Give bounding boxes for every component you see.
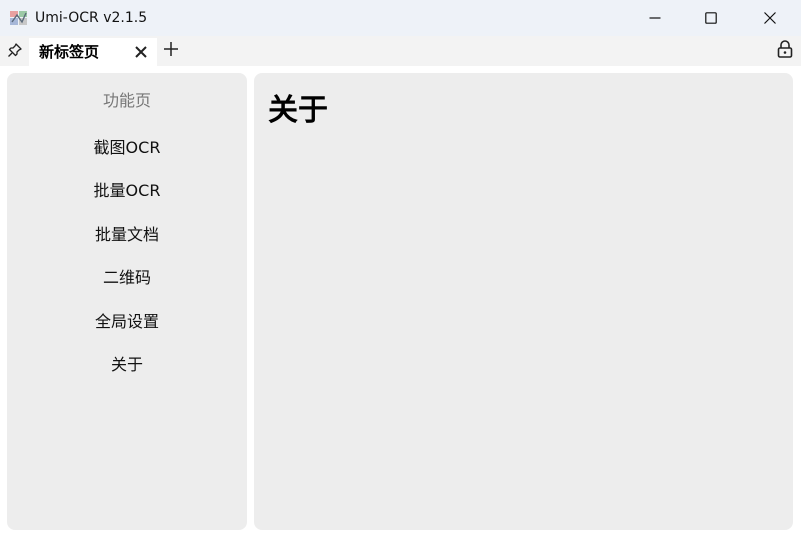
plus-icon [163,41,179,61]
sidebar-item-screenshot-ocr[interactable]: 截图OCR [7,133,247,163]
sidebar: 功能页 截图OCR 批量OCR 批量文档 二维码 全局设置 关于 [7,73,247,530]
sidebar-item-batch-doc[interactable]: 批量文档 [7,220,247,250]
lock-button[interactable] [774,40,796,62]
close-icon [135,43,147,62]
title-bar: Umi-OCR v2.1.5 [0,0,801,36]
sidebar-item-about[interactable]: 关于 [7,350,247,380]
minimize-icon [649,9,661,28]
window-title: Umi-OCR v2.1.5 [35,10,148,26]
pin-button[interactable] [4,41,26,63]
umi-ocr-logo-icon [9,9,29,27]
sidebar-item-global-settings[interactable]: 全局设置 [7,307,247,337]
page-title: 关于 [268,93,328,128]
sidebar-item-qrcode[interactable]: 二维码 [7,263,247,293]
sidebar-header: 功能页 [102,91,151,110]
tab-bar: 新标签页 [0,36,801,66]
close-icon [764,9,776,28]
tab-close-button[interactable] [131,42,151,62]
lock-icon [777,40,793,62]
close-window-button[interactable] [741,0,799,36]
main-panel: 关于 [254,73,793,530]
add-tab-button[interactable] [160,40,182,62]
tab-new[interactable]: 新标签页 [29,38,157,66]
tab-label: 新标签页 [39,43,100,61]
maximize-button[interactable] [682,0,740,36]
sidebar-item-batch-ocr[interactable]: 批量OCR [7,176,247,206]
pin-icon [7,42,23,62]
minimize-button[interactable] [626,0,684,36]
maximize-icon [705,9,717,28]
